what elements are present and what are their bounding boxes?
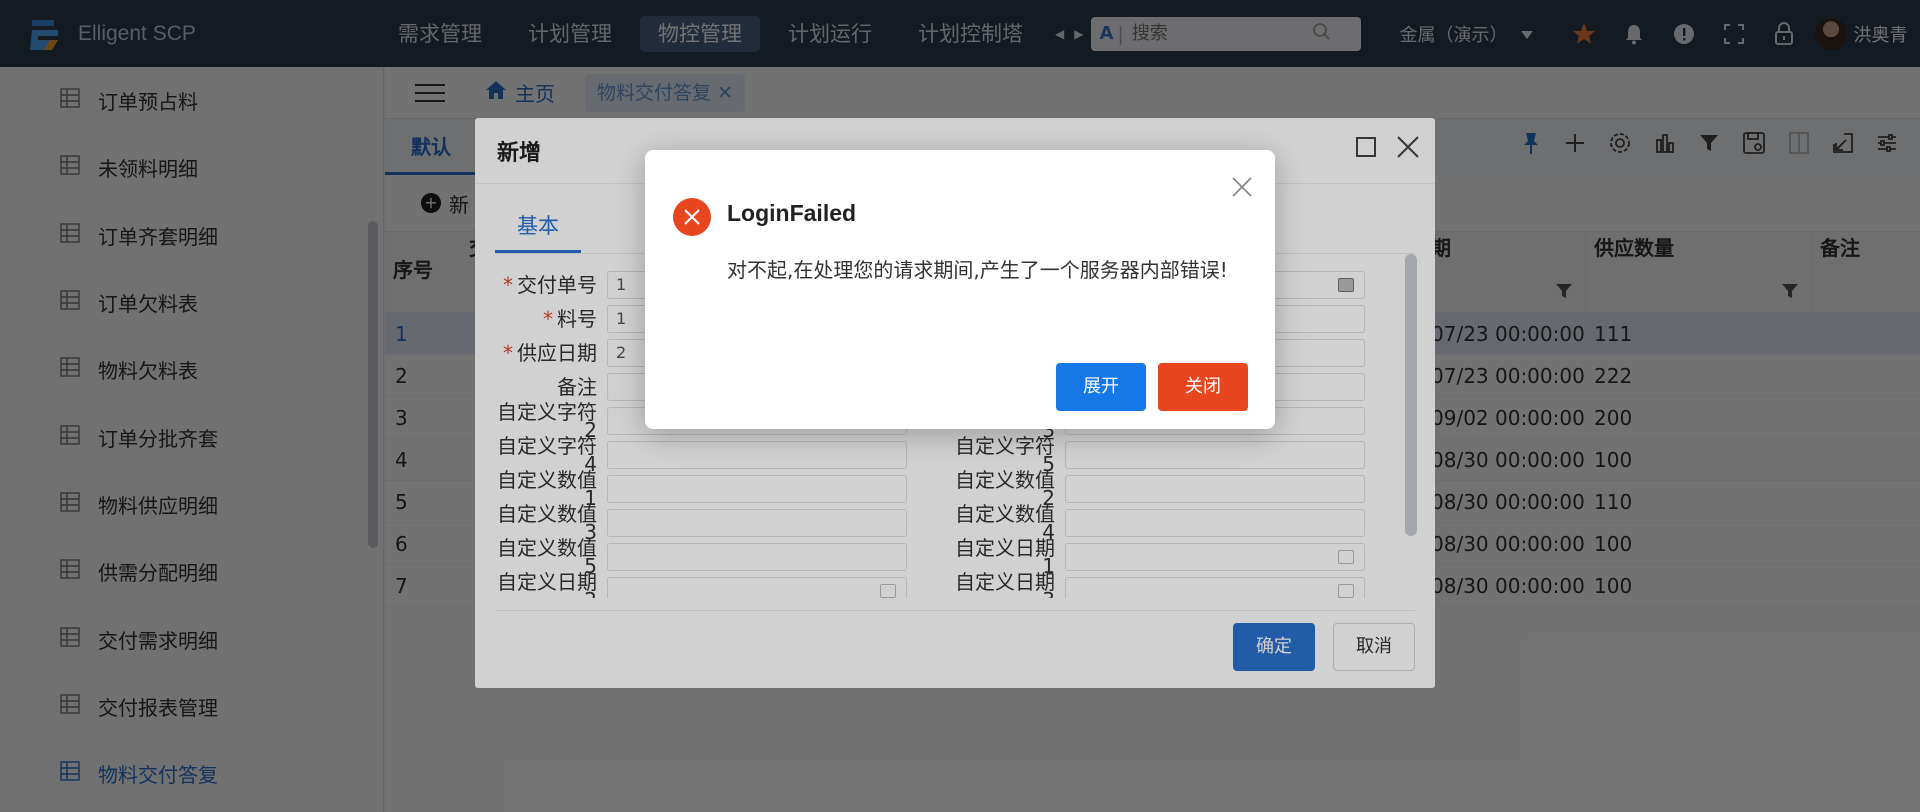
error-message: 对不起,在处理您的请求期间,产生了一个服务器内部错误! xyxy=(727,258,1228,282)
expand-button[interactable]: 展开 xyxy=(1056,363,1146,411)
error-title: LoginFailed xyxy=(727,200,857,226)
close-icon[interactable] xyxy=(1231,176,1253,203)
error-icon xyxy=(673,198,711,236)
close-button[interactable]: 关闭 xyxy=(1158,363,1248,411)
error-dialog: LoginFailed 对不起,在处理您的请求期间,产生了一个服务器内部错误! … xyxy=(645,150,1275,429)
